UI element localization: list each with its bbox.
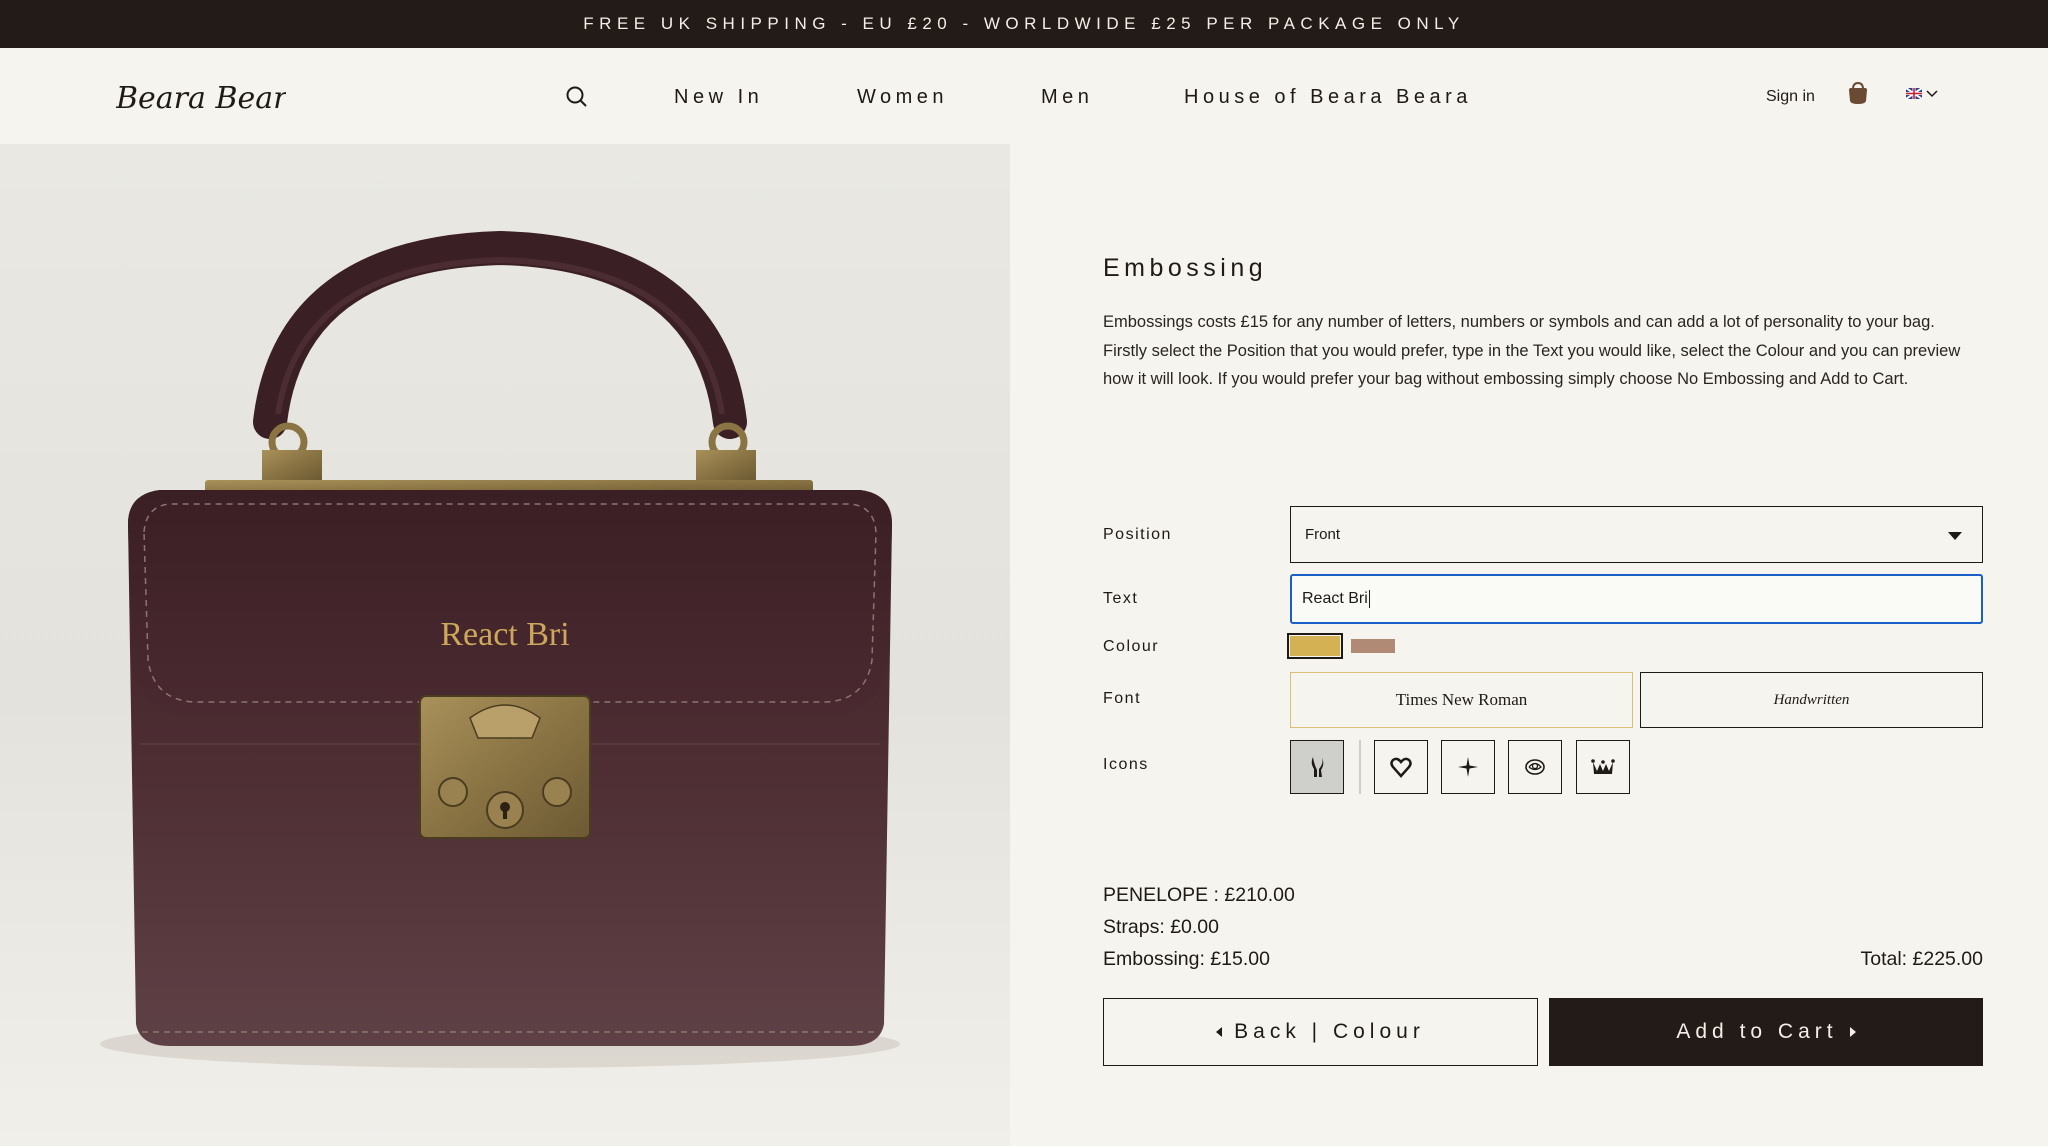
heart-icon (1390, 757, 1412, 778)
colour-swatch-gold[interactable] (1287, 633, 1343, 659)
embossing-title: Embossing (1103, 254, 1268, 282)
sign-in-link[interactable]: Sign in (1766, 88, 1815, 106)
text-cursor (1368, 590, 1371, 608)
caret-left-icon (1216, 1027, 1223, 1037)
icons-label: Icons (1103, 756, 1149, 773)
nav-men[interactable]: Men (1041, 86, 1093, 109)
icon-option-crown[interactable] (1576, 740, 1630, 794)
site-header: Beara Beara New In Women Men House of Be… (0, 48, 2048, 144)
total-price: Total: £225.00 (1860, 948, 1983, 970)
position-value: Front (1305, 526, 1341, 543)
icon-option-rose[interactable] (1508, 740, 1562, 794)
caret-right-icon (1849, 1027, 1856, 1037)
add-to-cart-button[interactable]: Add to Cart (1549, 998, 1983, 1066)
icon-option-star[interactable] (1441, 740, 1495, 794)
add-to-cart-label: Add to Cart (1676, 1020, 1838, 1043)
rabbit-icon (1311, 757, 1324, 777)
font-option-handwritten-label: Handwritten (1773, 691, 1850, 708)
price-line-penelope: PENELOPE : £210.00 (1103, 884, 1295, 906)
search-icon[interactable] (564, 84, 590, 110)
shipping-banner: FREE UK SHIPPING - EU £20 - WORLDWIDE £2… (0, 0, 2048, 48)
caret-down-icon (1948, 532, 1962, 540)
crown-icon (1591, 759, 1615, 774)
font-label: Font (1103, 690, 1142, 707)
shopping-bag-icon[interactable] (1846, 80, 1870, 106)
rose-icon (1525, 759, 1545, 775)
price-line-embossing: Embossing: £15.00 (1103, 948, 1270, 970)
emboss-text-input[interactable]: React Bri (1290, 574, 1983, 624)
position-label: Position (1103, 526, 1172, 543)
colour-label: Colour (1103, 638, 1160, 655)
embossed-text-preview: React Bri (440, 616, 570, 653)
embossing-description: Embossings costs £15 for any number of l… (1103, 313, 1961, 388)
logo[interactable]: Beara Beara (116, 72, 286, 122)
text-label: Text (1103, 590, 1139, 607)
price-line-straps: Straps: £0.00 (1103, 916, 1219, 938)
font-option-times-new-roman[interactable]: Times New Roman (1290, 672, 1633, 728)
shipping-banner-text: FREE UK SHIPPING - EU £20 - WORLDWIDE £2… (583, 14, 1465, 33)
emboss-text-value: React Bri (1302, 590, 1368, 607)
back-colour-button[interactable]: Back | Colour (1103, 998, 1538, 1066)
icon-option-heart[interactable] (1374, 740, 1428, 794)
uk-flag-icon (1906, 88, 1922, 99)
nav-new-in[interactable]: New In (674, 86, 763, 109)
chevron-down-icon (1926, 89, 1938, 97)
colour-swatch-rose[interactable] (1351, 639, 1395, 653)
font-option-handwritten[interactable]: Handwritten (1640, 672, 1983, 728)
icon-option-rabbit[interactable] (1290, 740, 1344, 794)
nav-women[interactable]: Women (857, 86, 948, 109)
star-icon (1458, 757, 1478, 777)
product-image: React Bri (0, 144, 1010, 1146)
nav-house-of-beara-beara[interactable]: House of Beara Beara (1184, 86, 1472, 109)
logo-text: Beara Beara (116, 81, 286, 116)
font-option-times-label: Times New Roman (1395, 690, 1528, 709)
icon-separator (1359, 740, 1361, 794)
position-select[interactable]: Front (1290, 506, 1983, 563)
language-selector[interactable] (1906, 88, 1938, 99)
back-colour-label: Back | Colour (1234, 1020, 1425, 1043)
